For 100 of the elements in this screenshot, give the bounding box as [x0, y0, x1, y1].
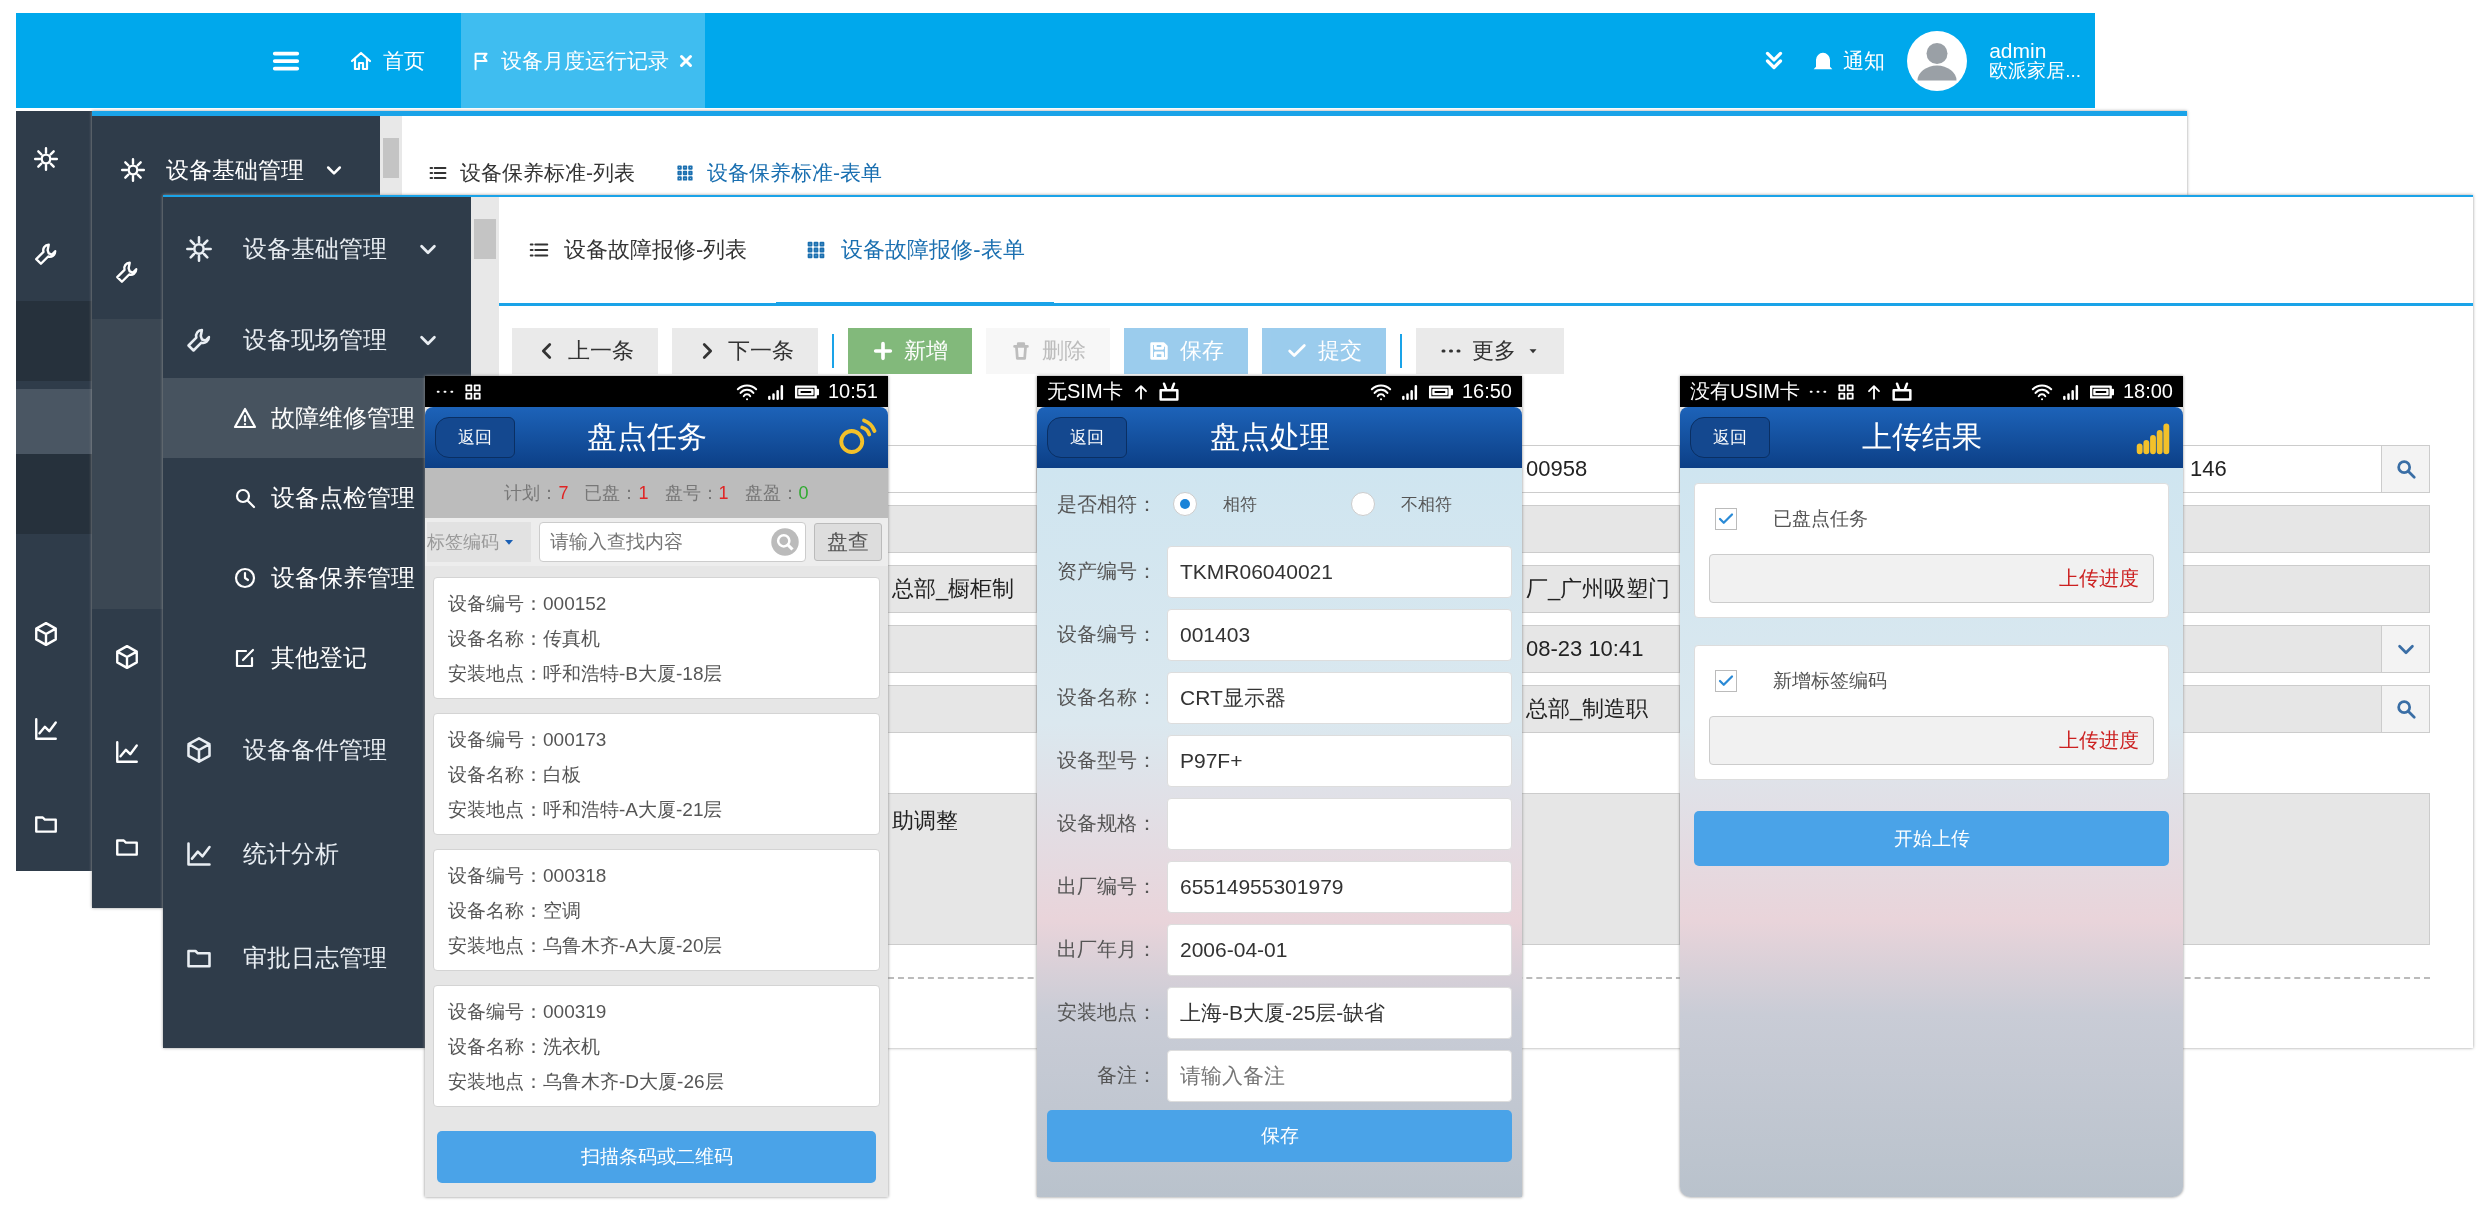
- clock-time: 10:51: [827, 380, 878, 403]
- dropdown-button[interactable]: [2381, 626, 2429, 672]
- cube-icon: [185, 736, 213, 764]
- sidebar-item[interactable]: 设备基础管理: [166, 154, 304, 186]
- search-button[interactable]: [2381, 446, 2429, 492]
- input-field[interactable]: TKMR06040021: [1167, 545, 1512, 598]
- form-field[interactable]: [2183, 565, 2430, 613]
- cube-icon[interactable]: [114, 643, 140, 670]
- sidebar-row[interactable]: [92, 319, 163, 609]
- progress-label: 上传进度: [2059, 566, 2139, 591]
- chart-icon[interactable]: [33, 715, 59, 742]
- form-field[interactable]: [888, 505, 1037, 553]
- dots-icon: [435, 388, 455, 395]
- scrollbar[interactable]: [380, 116, 402, 195]
- form-field[interactable]: [888, 685, 1037, 733]
- checkbox[interactable]: [1715, 508, 1737, 530]
- input-field[interactable]: 65514955301979: [1167, 860, 1512, 913]
- input-field[interactable]: CRT显示器: [1167, 671, 1512, 724]
- input-field[interactable]: 请输入备注: [1167, 1049, 1512, 1102]
- radio-button[interactable]: [1350, 492, 1375, 516]
- radio-button[interactable]: [1173, 492, 1197, 516]
- checkbox[interactable]: [1715, 670, 1737, 692]
- field-label: 出厂年月：: [1056, 937, 1157, 962]
- input-field[interactable]: 001403: [1167, 608, 1512, 661]
- asset-card[interactable]: 设备编号：000152 设备名称：传真机 安装地点：呼和浩特-B大厦-18层: [433, 577, 880, 699]
- text-area[interactable]: 助调整: [888, 793, 1037, 945]
- field-label: 设备型号：: [1056, 748, 1157, 773]
- text-area[interactable]: [2183, 793, 2430, 945]
- search-icon[interactable]: [770, 527, 800, 557]
- text-area[interactable]: [1522, 793, 1680, 945]
- sidebar-subitem[interactable]: 设备保养管理: [163, 538, 425, 618]
- back-button[interactable]: 返回: [1047, 417, 1127, 458]
- next-button[interactable]: 下一条: [672, 328, 818, 374]
- clock-icon: [233, 566, 257, 590]
- gear-icon[interactable]: [120, 157, 146, 183]
- qr-icon: [1836, 381, 1856, 402]
- form-field[interactable]: [2183, 505, 2430, 553]
- radio-label: 相符: [1223, 493, 1257, 516]
- asset-card[interactable]: 设备编号：000173 设备名称：白板 安装地点：呼和浩特-A大厦-21层: [433, 713, 880, 835]
- chart-icon[interactable]: [114, 738, 140, 765]
- screen-title: 盘点任务: [585, 419, 708, 455]
- sidebar-item[interactable]: 设备备件管理: [163, 698, 425, 802]
- gear-icon[interactable]: [33, 145, 59, 172]
- more-button[interactable]: 更多: [1416, 328, 1564, 374]
- form-field[interactable]: 00958: [1522, 445, 1680, 493]
- check-button[interactable]: 盘查: [814, 523, 882, 561]
- sidebar-subitem[interactable]: 其他登记: [163, 618, 425, 698]
- form-field[interactable]: 08-23 10:41: [1522, 625, 1680, 673]
- form-field[interactable]: 总部_橱柜制: [888, 565, 1037, 613]
- form-field[interactable]: [1522, 505, 1680, 553]
- form-field[interactable]: [2183, 685, 2430, 733]
- card-line: 安装地点：呼和浩特-A大厦-21层: [448, 797, 724, 822]
- tab[interactable]: 设备保养标准-表单: [675, 156, 882, 190]
- tab[interactable]: 设备故障报修-表单: [776, 197, 1054, 306]
- search-button[interactable]: [2381, 686, 2429, 732]
- form-field[interactable]: 146: [2183, 445, 2430, 493]
- form-field[interactable]: [888, 445, 1037, 493]
- avatar-icon[interactable]: [1907, 30, 1968, 91]
- sidebar-item[interactable]: 设备现场管理: [163, 301, 471, 378]
- sidebar-subitem[interactable]: 设备点检管理: [163, 458, 425, 538]
- stat-label: 盘盈：: [744, 483, 799, 503]
- chart-icon: [185, 840, 213, 868]
- input-field[interactable]: 2006-04-01: [1167, 923, 1512, 976]
- card-line: 设备编号：000173: [448, 727, 608, 752]
- trash-icon: [1010, 340, 1032, 362]
- back-button[interactable]: 返回: [1690, 417, 1770, 458]
- input-field[interactable]: [1167, 797, 1512, 850]
- checkbox-label: 新增标签编码: [1773, 669, 1887, 693]
- screen-title: 盘点处理: [1208, 419, 1331, 455]
- field-label: 安装地点：: [1056, 1000, 1157, 1025]
- form-field[interactable]: [888, 625, 1037, 673]
- sidebar-subitem[interactable]: 故障维修管理: [163, 378, 425, 458]
- progress-label: 上传进度: [2059, 728, 2139, 753]
- back-button[interactable]: 返回: [435, 417, 515, 458]
- sidebar-item[interactable]: 审批日志管理: [163, 906, 425, 1010]
- form-field[interactable]: 总部_制造职: [1522, 685, 1680, 733]
- stat-label: 计划：: [504, 483, 559, 503]
- prev-button[interactable]: 上一条: [512, 328, 658, 374]
- radio-label: 不相符: [1400, 493, 1452, 516]
- card-line: 设备编号：000152: [448, 591, 608, 616]
- grid-icon: [675, 163, 695, 183]
- field-value: 146: [2190, 456, 2228, 482]
- field-label: 资产编号：: [1056, 559, 1157, 584]
- qr-icon: [463, 381, 483, 402]
- field-label: 出厂编号：: [1056, 874, 1157, 899]
- asset-card[interactable]: 设备编号：000318 设备名称：空调 安装地点：乌鲁木齐-A大厦-20层: [433, 849, 880, 971]
- input-field[interactable]: P97F+: [1167, 734, 1512, 787]
- form-field[interactable]: [2183, 625, 2430, 673]
- search-field[interactable]: 请输入查找内容: [539, 522, 806, 562]
- sidebar-item[interactable]: 统计分析: [163, 802, 425, 906]
- warning-icon: [233, 406, 257, 430]
- cube-icon[interactable]: [33, 620, 59, 647]
- asset-card[interactable]: 设备编号：000319 设备名称：洗衣机 安装地点：乌鲁木齐-D大厦-26层: [433, 985, 880, 1107]
- form-field[interactable]: 厂_广州吸塑门: [1522, 565, 1680, 613]
- tab[interactable]: 设备故障报修-列表: [499, 197, 777, 306]
- input-field[interactable]: 上海-B大厦-25层-缺省: [1167, 986, 1512, 1039]
- card-line: 安装地点：乌鲁木齐-D大厦-26层: [448, 1069, 725, 1094]
- sidebar-item[interactable]: 设备基础管理: [163, 197, 471, 301]
- card-line: 设备编号：000319: [448, 999, 608, 1024]
- tab[interactable]: 设备保养标准-列表: [428, 156, 635, 190]
